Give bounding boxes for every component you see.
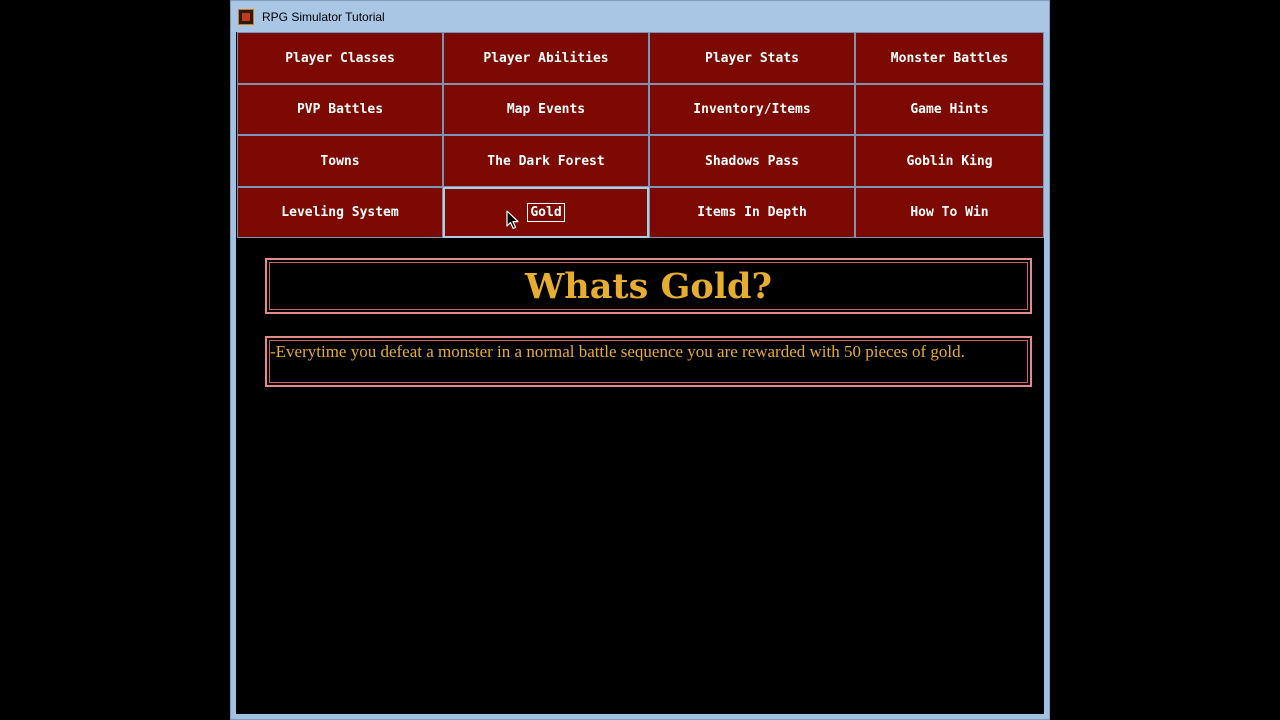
- nav-button-goblin-king[interactable]: Goblin King: [855, 135, 1044, 187]
- nav-button-label: Player Stats: [705, 50, 799, 66]
- nav-button-pvp-battles[interactable]: PVP Battles: [237, 84, 443, 135]
- nav-grid: Player Classes Player Abilities Player S…: [237, 32, 1044, 238]
- nav-button-player-classes[interactable]: Player Classes: [237, 32, 443, 84]
- nav-button-label: Player Abilities: [483, 50, 609, 66]
- nav-button-label: How To Win: [910, 205, 989, 220]
- app-icon: [238, 9, 254, 25]
- title-bar[interactable]: RPG Simulator Tutorial: [231, 1, 1049, 32]
- window-title: RPG Simulator Tutorial: [262, 10, 385, 24]
- nav-button-label: Monster Battles: [890, 50, 1009, 66]
- nav-button-label: Inventory/Items: [693, 102, 811, 117]
- nav-button-label: Goblin King: [906, 153, 993, 169]
- nav-button-player-abilities[interactable]: Player Abilities: [443, 32, 649, 84]
- nav-button-label: Items In Depth: [697, 205, 807, 220]
- nav-button-label: Map Events: [506, 102, 586, 117]
- nav-button-inventory-items[interactable]: Inventory/Items: [649, 84, 855, 135]
- nav-button-label: The Dark Forest: [487, 153, 605, 169]
- nav-button-leveling-system[interactable]: Leveling System: [237, 187, 443, 238]
- nav-button-player-stats[interactable]: Player Stats: [649, 32, 855, 84]
- description-panel: -Everytime you defeat a monster in a nor…: [265, 336, 1032, 387]
- nav-button-gold[interactable]: Gold: [443, 187, 649, 238]
- nav-button-shadows-pass[interactable]: Shadows Pass: [649, 135, 855, 187]
- app-window: RPG Simulator Tutorial Player Classes Pl…: [230, 0, 1050, 720]
- nav-button-how-to-win[interactable]: How To Win: [855, 187, 1044, 238]
- nav-button-label: Leveling System: [281, 205, 399, 220]
- nav-button-label: Towns: [320, 153, 360, 169]
- heading-panel: Whats Gold?: [265, 258, 1032, 314]
- page-heading: Whats Gold?: [525, 265, 772, 307]
- nav-button-label: Gold: [527, 203, 565, 222]
- nav-button-label: Player Classes: [285, 50, 395, 66]
- nav-button-monster-battles[interactable]: Monster Battles: [855, 32, 1044, 84]
- nav-button-label: PVP Battles: [296, 102, 384, 117]
- nav-button-game-hints[interactable]: Game Hints: [855, 84, 1044, 135]
- nav-button-map-events[interactable]: Map Events: [443, 84, 649, 135]
- nav-button-dark-forest[interactable]: The Dark Forest: [443, 135, 649, 187]
- nav-button-items-in-depth[interactable]: Items In Depth: [649, 187, 855, 238]
- nav-button-label: Shadows Pass: [705, 153, 799, 169]
- client-area: Player Classes Player Abilities Player S…: [236, 32, 1044, 714]
- nav-button-label: Game Hints: [910, 102, 989, 117]
- description-text: -Everytime you defeat a monster in a nor…: [270, 342, 965, 361]
- nav-button-towns[interactable]: Towns: [237, 135, 443, 187]
